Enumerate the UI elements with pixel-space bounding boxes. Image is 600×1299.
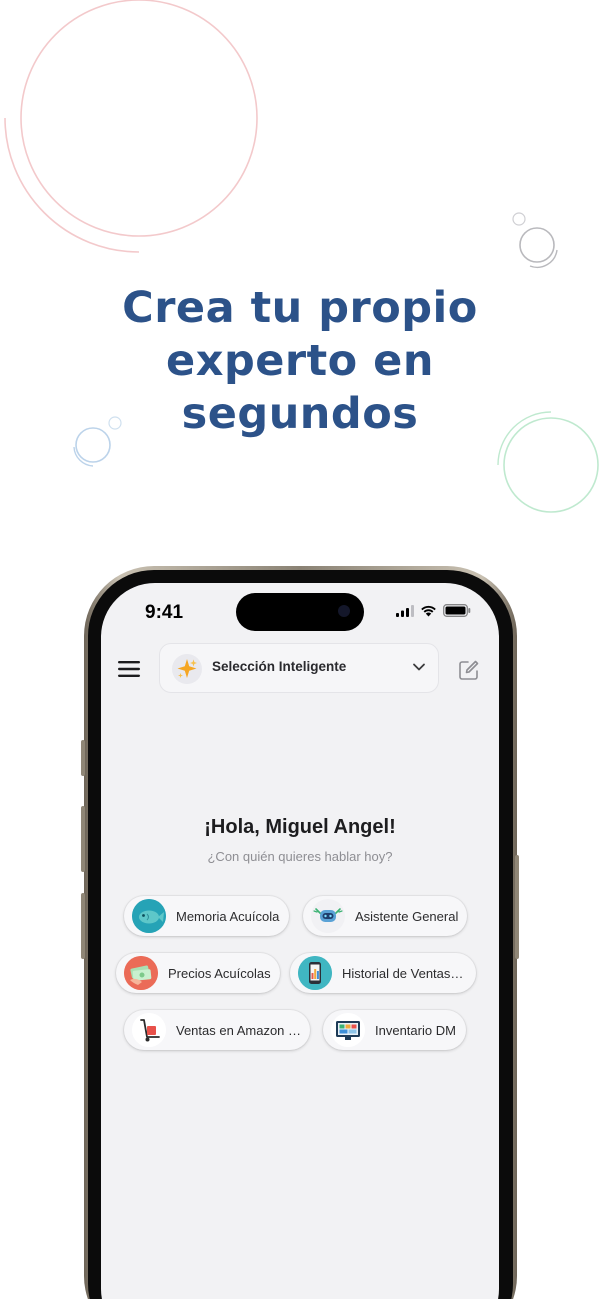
battery-icon: [443, 604, 471, 617]
expert-chip-label: Precios Acuícolas: [168, 965, 271, 981]
expert-chip-label: Inventario DM: [375, 1022, 456, 1038]
phone-side-button: [81, 740, 85, 776]
headline-line-3: segundos: [181, 389, 419, 439]
greeting-subtitle: ¿Con quién quieres hablar hoy?: [207, 849, 393, 864]
expert-chip-memoria-acuicola[interactable]: Memoria Acuícola: [124, 896, 289, 936]
money-icon: [124, 956, 158, 990]
fish-icon: [132, 899, 166, 933]
dynamic-island: [236, 593, 364, 631]
headline-line-2: experto en: [166, 336, 434, 386]
promo-page: Crea tu propio experto en segundos 9:41: [0, 0, 600, 1299]
menu-icon[interactable]: [117, 658, 141, 680]
decorative-circles: [4, 0, 599, 513]
expert-chip-label: Historial de Ventas…: [342, 965, 464, 981]
headline: Crea tu propio experto en segundos: [0, 282, 600, 441]
expert-chip-asistente-general[interactable]: Asistente General: [303, 896, 467, 936]
signal-icon: [396, 604, 414, 617]
phone-screen: 9:41 Selección Inteligente ¡Hola, Miguel…: [101, 583, 499, 1299]
expert-chip-precios-acuicolas[interactable]: Precios Acuícolas: [116, 953, 280, 993]
phone-volume-down: [81, 893, 85, 959]
status-time: 9:41: [145, 602, 184, 623]
hand-truck-icon: [132, 1013, 166, 1047]
expert-chip-label: Ventas en Amazon …: [176, 1022, 302, 1038]
model-selector[interactable]: Selección Inteligente: [159, 643, 439, 693]
wifi-icon: [421, 605, 436, 617]
greeting-title: ¡Hola, Miguel Angel!: [204, 816, 396, 838]
model-selector-label: Selección Inteligente: [212, 659, 347, 674]
expert-chip-ventas-en-amazon[interactable]: Ventas en Amazon …: [124, 1010, 310, 1050]
status-icons: [396, 604, 471, 617]
new-chat-icon[interactable]: [458, 659, 480, 681]
chevron-down-icon: [413, 663, 425, 671]
phone-power-button: [515, 855, 519, 959]
expert-chip-inventario-dm[interactable]: Inventario DM: [323, 1010, 466, 1050]
phone-volume-up: [81, 806, 85, 872]
camera-icon: [338, 605, 350, 617]
expert-chip-label: Asistente General: [355, 908, 459, 924]
sparkle-icon: [172, 654, 202, 684]
headline-line-1: Crea tu propio: [122, 283, 478, 333]
phone-chart-icon: [298, 956, 332, 990]
monitor-dashboard-icon: [331, 1013, 365, 1047]
robot-icon: [311, 899, 345, 933]
expert-chip-label: Memoria Acuícola: [176, 908, 280, 924]
expert-chip-historial-de-ventas[interactable]: Historial de Ventas…: [290, 953, 476, 993]
